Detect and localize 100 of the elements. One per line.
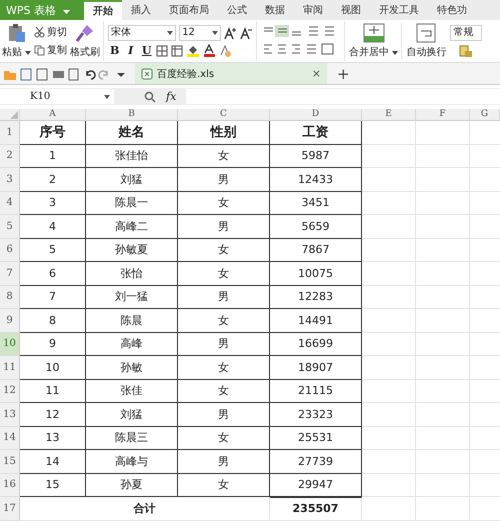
empty-cell: [362, 168, 416, 192]
column-header[interactable]: F: [416, 109, 470, 121]
table-cell: 5659: [270, 215, 362, 238]
column-header[interactable]: G: [470, 109, 500, 121]
table-cell: 高峰与: [86, 450, 178, 474]
row-header[interactable]: 8: [0, 286, 20, 309]
column-header[interactable]: E: [362, 109, 416, 121]
empty-cell: [416, 309, 470, 332]
table-cell: 16699: [270, 332, 362, 356]
row-header[interactable]: 6: [0, 238, 20, 262]
table-cell: 3: [20, 192, 86, 215]
table-cell: 6: [20, 262, 86, 286]
font-style-button[interactable]: B: [108, 44, 122, 57]
row-header[interactable]: 3: [0, 168, 20, 192]
merge-center-button[interactable]: 合并居中: [349, 23, 402, 59]
font-size-field[interactable]: 12: [179, 25, 222, 41]
ribbon-tab[interactable]: 视图: [332, 0, 370, 20]
currency-icon[interactable]: [459, 44, 474, 58]
column-header[interactable]: A: [20, 109, 86, 121]
table-cell: 女: [178, 474, 270, 497]
row-header[interactable]: 14: [0, 426, 20, 450]
caret-icon: [212, 31, 218, 35]
ribbon-tab[interactable]: 页面布局: [160, 0, 218, 20]
table-cell: 女: [178, 356, 270, 380]
table-cell: 陈晨: [86, 309, 178, 332]
row-header[interactable]: 15: [0, 450, 20, 474]
empty-cell: [362, 121, 416, 144]
table-cell: 序号: [20, 121, 86, 144]
font-name-field[interactable]: 宋体: [108, 25, 176, 41]
cell-style-icon[interactable]: [171, 44, 184, 56]
row-header[interactable]: 11: [0, 356, 20, 380]
table-cell: 张佳怡: [86, 144, 178, 168]
cut-button[interactable]: 剪切: [34, 25, 68, 39]
borders-icon[interactable]: [156, 44, 168, 56]
ribbon-tab[interactable]: 插入: [122, 0, 160, 20]
number-format-field[interactable]: 常规: [450, 24, 482, 40]
empty-cell: [416, 144, 470, 168]
row-header[interactable]: 13: [0, 403, 20, 426]
format-painter-button[interactable]: 格式刷: [70, 23, 100, 59]
copy-button[interactable]: 复制: [34, 43, 68, 57]
table-cell: 工资: [270, 121, 362, 144]
clipboard-icon: [6, 23, 27, 43]
table-cell: 刘猛: [86, 403, 178, 426]
ribbon-tab[interactable]: 开发工具: [370, 0, 428, 20]
fill-color-icon[interactable]: [186, 44, 200, 57]
row-header[interactable]: 5: [0, 215, 20, 238]
wrap-text-button[interactable]: 自动换行: [406, 23, 446, 59]
close-tab-button[interactable]: ×: [312, 67, 321, 80]
empty-cell: [416, 286, 470, 309]
scissors-icon: [34, 26, 46, 38]
table-cell: 10: [20, 356, 86, 380]
app-menu-button[interactable]: WPS 表格: [0, 0, 84, 20]
clear-format-icon[interactable]: [219, 44, 232, 57]
empty-cell: [362, 215, 416, 238]
document-tab[interactable]: 百度经验.xls ×: [135, 63, 327, 84]
search-icon[interactable]: [144, 90, 156, 102]
table-cell: 235507: [270, 497, 362, 520]
table-cell: 11: [20, 380, 86, 403]
row-header[interactable]: 1: [0, 121, 20, 144]
ribbon-tab[interactable]: 开始: [84, 0, 122, 20]
caret-icon: [104, 94, 110, 98]
row-header[interactable]: 2: [0, 144, 20, 168]
font-color-icon[interactable]: [203, 44, 216, 57]
ribbon-tab[interactable]: 特色功: [428, 0, 476, 20]
name-box[interactable]: K10: [0, 89, 114, 104]
row-header[interactable]: 17: [0, 497, 20, 520]
row-header[interactable]: 10: [0, 332, 20, 356]
row-header[interactable]: 7: [0, 262, 20, 286]
table-cell: 1: [20, 144, 86, 168]
quick-access-toolbar-drawing[interactable]: [3, 66, 125, 80]
table-cell: 女: [178, 192, 270, 215]
column-header[interactable]: C: [178, 109, 270, 121]
grow-font-icon[interactable]: [224, 26, 238, 40]
ribbon-tab[interactable]: 公式: [218, 0, 256, 20]
column-header[interactable]: D: [270, 109, 362, 121]
function-button[interactable]: fx: [166, 90, 176, 103]
font-style-button[interactable]: U: [140, 44, 154, 57]
table-cell: 5: [20, 238, 86, 262]
shrink-font-icon[interactable]: [240, 26, 254, 40]
table-cell: 刘一猛: [86, 286, 178, 309]
ribbon-tab[interactable]: 审阅: [294, 0, 332, 20]
empty-cell: [416, 238, 470, 262]
ribbon-tab[interactable]: 数据: [256, 0, 294, 20]
table-cell: 高峰: [86, 332, 178, 356]
row-header[interactable]: 16: [0, 474, 20, 497]
table-cell: 27739: [270, 450, 362, 474]
new-tab-button[interactable]: +: [337, 64, 350, 82]
table-cell: 男: [178, 403, 270, 426]
font-style-button[interactable]: I: [124, 44, 138, 57]
empty-cell: [416, 497, 470, 520]
table-cell: 7: [20, 286, 86, 309]
paintbrush-icon: [75, 23, 96, 43]
paste-button[interactable]: 粘贴: [2, 23, 32, 59]
table-cell: 男: [178, 215, 270, 238]
column-header[interactable]: B: [86, 109, 178, 121]
caret-icon: [62, 10, 70, 14]
row-header[interactable]: 12: [0, 380, 20, 403]
row-header[interactable]: 9: [0, 309, 20, 332]
row-header[interactable]: 4: [0, 192, 20, 215]
caret-icon: [167, 31, 174, 35]
